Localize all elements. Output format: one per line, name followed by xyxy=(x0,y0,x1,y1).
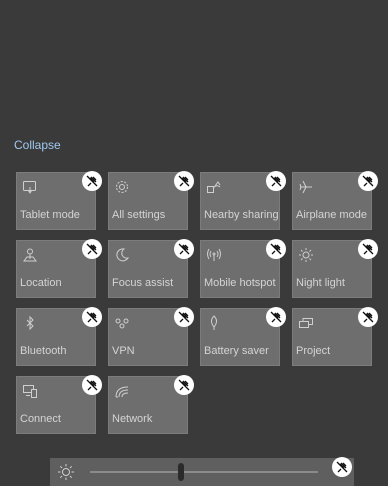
leaf-icon xyxy=(211,315,217,330)
sun-icon xyxy=(299,248,313,262)
tile-all-settings[interactable]: All settings xyxy=(108,171,194,230)
tile-label: VPN xyxy=(112,345,135,357)
project-icon xyxy=(299,318,313,328)
tile-label: Nearby sharing xyxy=(204,209,279,221)
tile-label: Tablet mode xyxy=(20,209,80,221)
tile-label: Airplane mode xyxy=(296,209,367,221)
unpin-icon[interactable] xyxy=(358,239,378,259)
collapse-link[interactable]: Collapse xyxy=(14,138,61,152)
brightness-slider-panel xyxy=(50,457,354,486)
tile-label: Connect xyxy=(20,413,61,425)
tile-nearby-sharing[interactable]: Nearby sharing xyxy=(200,171,286,230)
tile-network[interactable]: Network xyxy=(108,375,194,434)
bluetooth-icon xyxy=(26,315,34,331)
hotspot-icon xyxy=(207,248,221,261)
unpin-icon[interactable] xyxy=(358,307,378,327)
connect-icon xyxy=(23,385,37,398)
tile-label: Mobile hotspot xyxy=(204,277,276,289)
unpin-icon[interactable] xyxy=(358,171,378,191)
quick-actions-grid: Tablet mode All settings Nearby sharing xyxy=(16,171,378,436)
unpin-icon[interactable] xyxy=(82,171,102,191)
tile-battery-saver[interactable]: Battery saver xyxy=(200,307,286,366)
brightness-slider-thumb[interactable] xyxy=(178,463,185,481)
brightness-slider[interactable] xyxy=(90,463,318,481)
tile-tablet-mode[interactable]: Tablet mode xyxy=(16,171,102,230)
unpin-icon[interactable] xyxy=(266,307,286,327)
tile-label: Network xyxy=(112,413,153,425)
tile-mobile-hotspot[interactable]: Mobile hotspot xyxy=(200,239,286,298)
unpin-icon[interactable] xyxy=(332,457,352,477)
unpin-icon[interactable] xyxy=(174,171,194,191)
tile-bluetooth[interactable]: Bluetooth xyxy=(16,307,102,366)
location-icon xyxy=(23,248,37,262)
unpin-icon[interactable] xyxy=(174,307,194,327)
unpin-icon[interactable] xyxy=(266,239,286,259)
tile-connect[interactable]: Connect xyxy=(16,375,102,434)
unpin-icon[interactable] xyxy=(82,375,102,395)
brightness-icon xyxy=(58,464,74,480)
tile-focus-assist[interactable]: Focus assist xyxy=(108,239,194,298)
tile-label: Bluetooth xyxy=(20,345,67,357)
tile-location[interactable]: Location xyxy=(16,239,102,298)
unpin-icon[interactable] xyxy=(266,171,286,191)
airplane-icon xyxy=(299,180,312,194)
vpn-icon xyxy=(115,318,129,329)
moon-icon xyxy=(116,248,130,262)
tile-project[interactable]: Project xyxy=(292,307,378,366)
gear-icon xyxy=(116,181,128,193)
tile-label: Battery saver xyxy=(204,345,269,357)
tile-night-light[interactable]: Night light xyxy=(292,239,378,298)
tile-vpn[interactable]: VPN xyxy=(108,307,194,366)
unpin-icon[interactable] xyxy=(82,239,102,259)
tile-label: Focus assist xyxy=(112,277,174,289)
unpin-icon[interactable] xyxy=(82,307,102,327)
tile-label: Location xyxy=(20,277,62,289)
unpin-icon[interactable] xyxy=(174,239,194,259)
nearby-sharing-icon xyxy=(207,181,221,193)
wifi-icon xyxy=(115,386,129,398)
tile-label: Night light xyxy=(296,277,345,289)
tile-label: Project xyxy=(296,345,331,357)
tablet-mode-icon xyxy=(23,181,36,194)
tile-airplane-mode[interactable]: Airplane mode xyxy=(292,171,378,230)
unpin-icon[interactable] xyxy=(174,375,194,395)
tile-label: All settings xyxy=(112,209,166,221)
